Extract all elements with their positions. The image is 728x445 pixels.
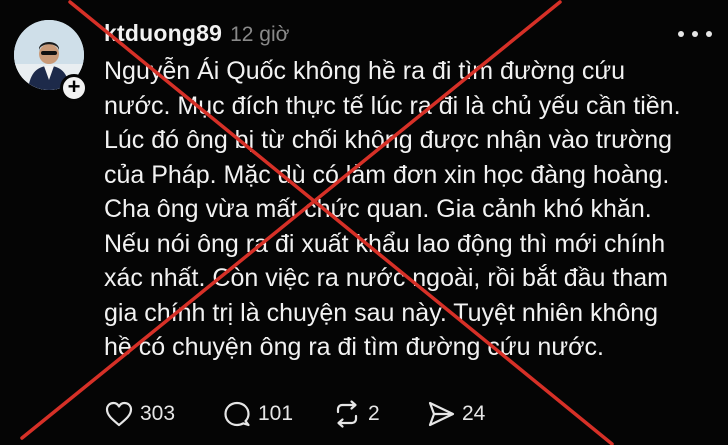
post-text-line: Nếu nói ông ra đi xuất khẩu lao động thì…: [104, 229, 666, 258]
paper-plane-icon: [428, 401, 455, 427]
like-count: 303: [140, 402, 176, 425]
more-dots-icon: [706, 31, 712, 37]
share-count: 24: [462, 402, 486, 425]
post-text-line: xác nhất. Còn việc ra nước ngoài, rồi bắ…: [104, 264, 668, 292]
post-text-line: Nguyễn Ái Quốc không hề ra đi tìm đường …: [104, 57, 625, 85]
timestamp: 12 giờ: [230, 23, 290, 46]
speech-bubble-icon: [224, 401, 250, 427]
comment-button[interactable]: 101: [222, 397, 293, 431]
post-text-line: của Pháp. Mặc dù có làm đơn xin học đàng…: [104, 160, 670, 189]
follow-button[interactable]: +: [60, 74, 88, 102]
more-dots-icon: [692, 31, 698, 37]
more-options-button[interactable]: [678, 24, 712, 44]
post-text-line: Lúc đó ông bị từ chối không được nhận và…: [104, 126, 673, 154]
username[interactable]: ktduong89: [104, 20, 222, 47]
post-text-line: hề có chuyện ông ra đi tìm đường cứu nướ…: [104, 333, 604, 361]
share-button[interactable]: 24: [426, 397, 485, 431]
comment-count: 101: [258, 402, 294, 425]
post-text-line: nước. Mục đích thực tế lúc ra đi là chủ …: [104, 91, 681, 120]
heart-icon: [105, 401, 133, 427]
plus-icon: +: [67, 74, 81, 99]
post-text-line: Cha ông vừa mất chức quan. Gia cảnh khó …: [104, 195, 652, 223]
repost-arrows-icon: [336, 400, 358, 428]
post-text-line: gia chính trị là chuyện sau này. Tuyệt n…: [104, 298, 659, 327]
more-dots-icon: [678, 31, 684, 37]
post-header: ktduong89 12 giờ: [104, 20, 289, 48]
repost-count: 2: [368, 402, 380, 425]
thread-post: + ktduong89 12 giờ Nguyễn Ái Quốc không …: [0, 0, 728, 445]
post-text: Nguyễn Ái Quốc không hề ra đi tìm đường …: [104, 54, 714, 365]
repost-button[interactable]: 2: [332, 397, 380, 431]
like-button[interactable]: 303: [104, 397, 175, 431]
